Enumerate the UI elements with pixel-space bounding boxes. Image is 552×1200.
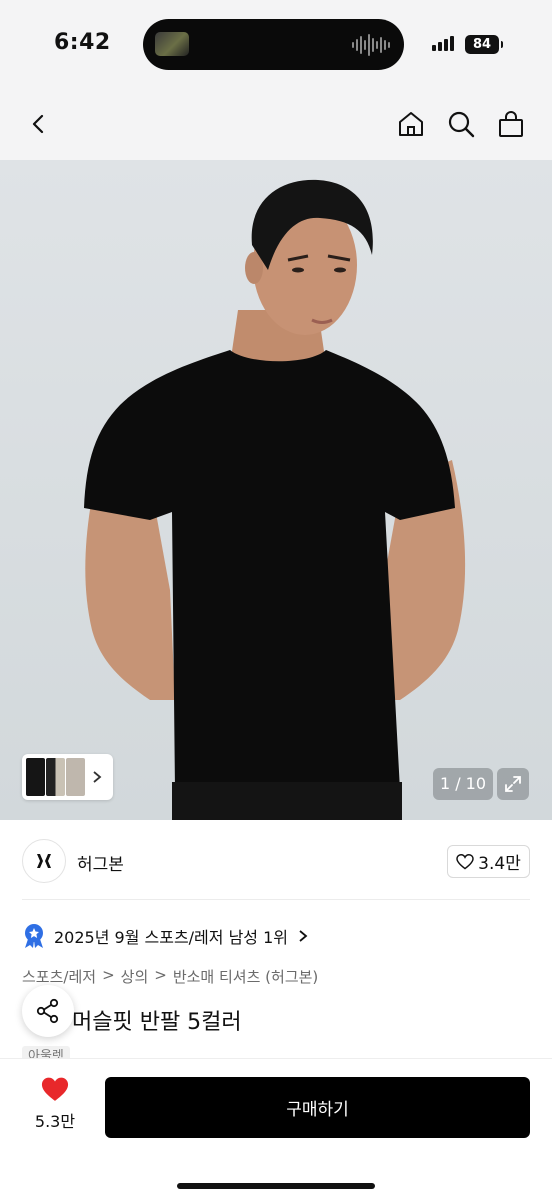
- heart-filled-icon: [41, 1077, 69, 1101]
- expand-image-button[interactable]: [497, 768, 529, 800]
- now-playing-thumbnail: [155, 32, 189, 56]
- chevron-right-icon: [299, 930, 308, 942]
- brand-row: 허그본 3.4만: [0, 820, 552, 900]
- thumbnail-mixed: [46, 758, 65, 796]
- battery-icon: 84: [465, 35, 503, 54]
- bottom-purchase-bar: 5.3만 구매하기: [0, 1058, 552, 1200]
- top-nav-bar: [0, 90, 552, 160]
- signal-icon: [432, 36, 454, 51]
- thumbnail-black: [26, 758, 45, 796]
- status-time: 6:42: [54, 30, 111, 55]
- back-button[interactable]: [17, 102, 61, 146]
- audio-wave-icon: [352, 33, 390, 57]
- battery-level: 84: [472, 37, 492, 52]
- image-page-indicator: 1 / 10: [433, 768, 493, 800]
- breadcrumb-item[interactable]: 반소매 티셔츠 (허그본): [173, 966, 318, 987]
- share-button[interactable]: [22, 985, 74, 1037]
- divider: [22, 899, 530, 900]
- ranking-badge-link[interactable]: 2025년 9월 스포츠/레저 남성 1위: [22, 922, 308, 950]
- brand-logo[interactable]: [22, 839, 66, 883]
- chevron-right-icon: [93, 771, 102, 783]
- bag-icon: [499, 111, 523, 137]
- breadcrumb: 스포츠/레저 > 상의 > 반소매 티셔츠 (허그본): [22, 966, 318, 987]
- buy-button[interactable]: 구매하기: [105, 1077, 530, 1138]
- product-image-carousel[interactable]: 1 / 10: [0, 160, 552, 820]
- home-button[interactable]: [389, 102, 433, 146]
- thumbnail-beige: [66, 758, 85, 796]
- breadcrumb-item[interactable]: 스포츠/레저: [22, 966, 96, 987]
- breadcrumb-item[interactable]: 상의: [121, 966, 149, 987]
- brand-like-button[interactable]: 3.4만: [447, 845, 530, 878]
- expand-icon: [505, 776, 521, 792]
- heart-outline-icon: [456, 853, 474, 869]
- wishlist-count: 5.3만: [34, 1112, 76, 1131]
- award-badge-icon: [25, 924, 43, 948]
- search-icon: [448, 111, 475, 138]
- breadcrumb-separator: >: [154, 966, 167, 984]
- share-icon: [36, 998, 59, 1024]
- brand-name[interactable]: 허그본: [77, 850, 124, 875]
- breadcrumb-separator: >: [102, 966, 115, 984]
- back-icon: [32, 114, 44, 134]
- brand-like-count: 3.4만: [478, 854, 521, 874]
- brand-logo-icon: [37, 854, 51, 868]
- home-icon: [399, 112, 423, 136]
- image-thumbnail-strip[interactable]: [22, 754, 113, 800]
- search-button[interactable]: [439, 102, 483, 146]
- wishlist-button[interactable]: 5.3만: [22, 1077, 88, 1132]
- home-indicator: [177, 1183, 375, 1189]
- dynamic-island: [143, 19, 404, 70]
- status-bar: 6:42 84: [0, 0, 552, 90]
- product-photo: [84, 179, 466, 820]
- product-title-text: 머슬핏 반팔 5컬러: [72, 1010, 242, 1035]
- ranking-text: 2025년 9월 스포츠/레저 남성 1위: [54, 928, 289, 947]
- cart-button[interactable]: [489, 102, 533, 146]
